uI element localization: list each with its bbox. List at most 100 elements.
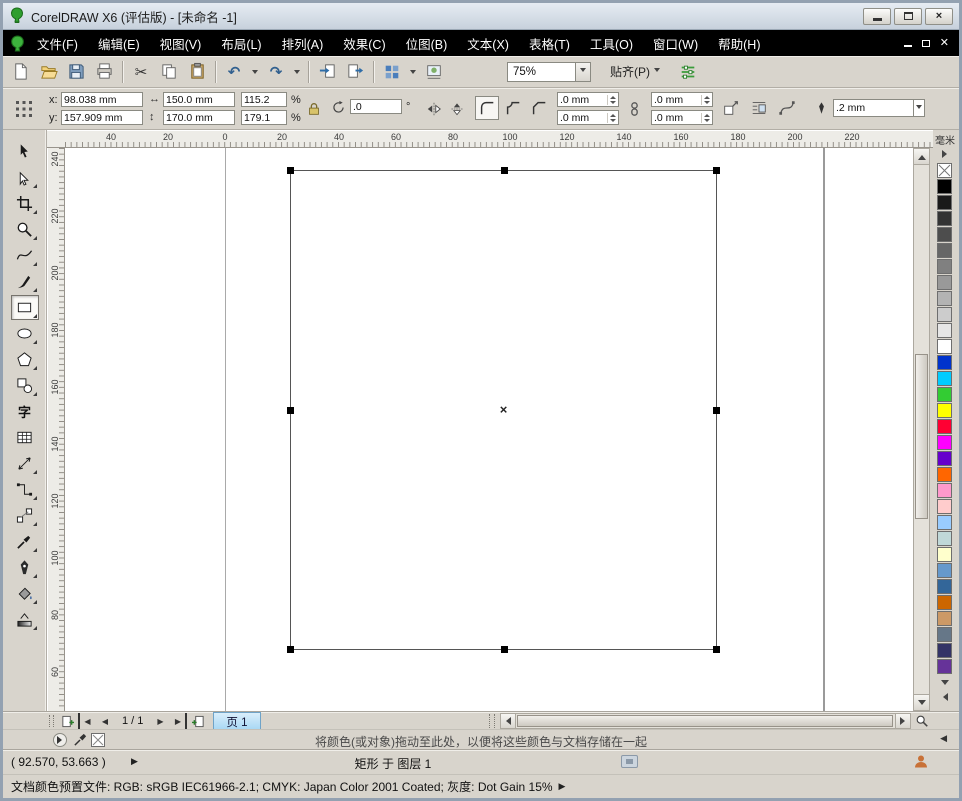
palette-expand-button[interactable] [937,691,952,703]
color-swatch[interactable] [937,323,952,338]
selection-center-marker[interactable]: × [500,402,508,417]
freehand-tool[interactable] [11,243,39,268]
menu-item-7[interactable]: 文本(X) [457,29,519,58]
basic-shapes-tool[interactable] [11,373,39,398]
color-swatch[interactable] [937,275,952,290]
eyedropper-tool[interactable] [11,529,39,554]
corner-radius-field-4[interactable]: .0 mm [651,110,713,125]
paste-button[interactable] [184,59,210,85]
redo-button[interactable]: ↷ [263,59,289,85]
color-swatch[interactable] [937,371,952,386]
scroll-right-button[interactable] [895,714,910,728]
selection-handle[interactable] [501,167,508,174]
menu-item-0[interactable]: 文件(F) [27,29,88,58]
mirror-vertical-button[interactable] [446,99,467,118]
add-page-start-button[interactable] [59,713,75,729]
selection-handle[interactable] [713,646,720,653]
scale-x-field[interactable]: 115.2 [241,92,287,107]
color-swatch[interactable] [937,499,952,514]
save-document-button[interactable] [63,59,89,85]
menu-item-9[interactable]: 工具(O) [580,29,643,58]
color-swatch[interactable] [937,227,952,242]
selection-handle[interactable] [501,646,508,653]
selection-handle[interactable] [713,407,720,414]
color-profile-flyout-button[interactable]: ▶ [559,781,566,792]
color-swatch[interactable] [937,595,952,610]
spinner[interactable] [701,94,710,105]
horizontal-scrollbar[interactable] [500,713,911,729]
no-color-swatch[interactable] [937,163,952,178]
navigator-grip[interactable] [49,715,54,727]
palette-flyout-button[interactable] [937,148,952,160]
next-page-button[interactable]: ▶ [152,713,168,729]
color-swatch[interactable] [937,179,952,194]
cut-button[interactable]: ✂ [128,59,154,85]
object-width-field[interactable]: 150.0 mm [163,92,235,107]
color-swatch[interactable] [937,403,952,418]
menu-item-4[interactable]: 排列(A) [272,29,334,58]
selection-handle[interactable] [287,167,294,174]
options-button[interactable] [675,59,701,85]
pick-tool[interactable] [11,139,39,164]
color-swatch[interactable] [937,307,952,322]
scroll-left-button[interactable] [501,714,516,728]
color-swatch[interactable] [937,643,952,658]
color-swatch[interactable] [937,291,952,306]
outline-width-dropdown[interactable] [913,100,922,116]
menu-item-11[interactable]: 帮助(H) [708,29,770,58]
menu-item-5[interactable]: 效果(C) [333,29,395,58]
spinner[interactable] [607,112,616,123]
menu-item-1[interactable]: 编辑(E) [88,29,150,58]
wrap-paragraph-text-button[interactable] [747,96,771,120]
round-corner-button[interactable] [475,96,499,120]
text-tool[interactable]: 字 [11,399,39,424]
selection-handle[interactable] [713,167,720,174]
close-button[interactable]: × [925,7,953,25]
interactive-fill-tool[interactable] [11,607,39,632]
color-swatch[interactable] [937,419,952,434]
convert-to-curves-button[interactable] [775,96,799,120]
edit-corners-together-button[interactable] [623,97,645,121]
connector-tool[interactable] [11,477,39,502]
color-swatch[interactable] [937,195,952,210]
corner-radius-field-1[interactable]: .0 mm [557,92,619,107]
corner-radius-field-2[interactable]: .0 mm [651,92,713,107]
rotation-angle-field[interactable]: .0 [350,99,402,114]
chamfered-corner-button[interactable] [527,96,551,120]
status-flyout-button[interactable]: ▶ [131,756,138,767]
copy-button[interactable] [156,59,182,85]
zoom-level-combo[interactable]: 75% [507,61,591,82]
x-position-field[interactable]: 98.038 mm [61,92,143,107]
menu-item-8[interactable]: 表格(T) [519,29,580,58]
color-swatch[interactable] [937,435,952,450]
page-tab-1[interactable]: 页 1 [213,712,261,730]
last-page-button[interactable]: ▶ [171,713,188,729]
color-swatch[interactable] [937,659,952,674]
polygon-tool[interactable] [11,347,39,372]
color-swatch[interactable] [937,483,952,498]
welcome-screen-button[interactable] [421,59,447,85]
corner-radius-field-3[interactable]: .0 mm [557,110,619,125]
vertical-ruler[interactable]: 240 220 200 180 160 140 120 100 80 60 [47,148,65,711]
open-document-button[interactable] [35,59,61,85]
dimension-tool[interactable] [11,451,39,476]
color-swatch[interactable] [937,611,952,626]
scale-y-field[interactable]: 179.1 [241,110,287,125]
palette-scroll-down-button[interactable] [937,677,952,689]
scroll-down-button[interactable] [914,694,929,710]
maximize-button[interactable] [894,7,922,25]
spinner[interactable] [701,112,710,123]
spinner[interactable] [607,94,616,105]
minimize-button[interactable] [863,7,891,25]
table-tool[interactable] [11,425,39,450]
menu-item-6[interactable]: 位图(B) [396,29,458,58]
color-swatch[interactable] [937,243,952,258]
mirror-horizontal-button[interactable] [423,99,444,118]
outline-pen-tool[interactable] [11,555,39,580]
add-page-end-button[interactable] [190,713,206,729]
color-swatch[interactable] [937,355,952,370]
color-swatch[interactable] [937,259,952,274]
new-document-button[interactable] [7,59,33,85]
crop-tool[interactable] [11,191,39,216]
color-swatch[interactable] [937,387,952,402]
